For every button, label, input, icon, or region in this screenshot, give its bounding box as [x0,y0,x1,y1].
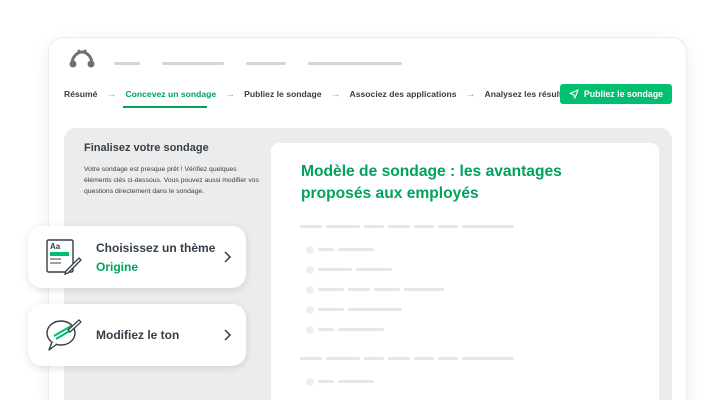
step-concevez[interactable]: Concevez un sondage [125,89,216,99]
sidebar-title: Finalisez votre sondage [84,142,209,154]
option-placeholder [338,248,374,251]
step-publiez[interactable]: Publiez le sondage [244,89,321,99]
theme-card-value: Origine [96,260,139,274]
option-placeholder [348,288,370,291]
nav-placeholder [162,62,224,65]
option-placeholder [374,288,400,291]
stage: Résumé → Concevez un sondage → Publiez l… [0,0,713,400]
tone-card[interactable]: Modifiez le ton [28,304,246,366]
chevron-right-icon [224,329,232,341]
nav-placeholder [114,62,140,65]
option-placeholder [318,268,352,271]
arrow-right-icon: → [465,88,476,100]
nav-placeholder [308,62,402,65]
step-resume[interactable]: Résumé [64,89,97,99]
question-placeholder [438,357,458,360]
theme-card-label: Choisissez un thème [96,241,216,255]
question-placeholder [364,357,384,360]
send-icon [569,89,579,99]
publish-button[interactable]: Publiez le sondage [560,84,672,104]
question-placeholder [326,357,360,360]
question-placeholder [300,225,322,228]
radio-option [306,326,314,334]
radio-option [306,266,314,274]
radio-option [306,306,314,314]
option-placeholder [348,308,402,311]
sidebar-description: Votre sondage est presque prêt ! Vérifie… [84,166,259,195]
active-step-indicator [123,106,207,108]
option-placeholder [338,380,374,383]
option-placeholder [318,288,344,291]
logo-icon [69,49,95,68]
progress-steps: Résumé → Concevez un sondage → Publiez l… [64,84,574,104]
question-placeholder [462,225,514,228]
question-placeholder [388,357,410,360]
svg-text:Aa: Aa [50,242,61,251]
radio-option [306,286,314,294]
question-placeholder [300,357,322,360]
radio-option [306,378,314,386]
theme-icon: Aa [46,239,82,276]
option-placeholder [338,328,384,331]
question-placeholder [414,357,434,360]
option-placeholder [318,248,334,251]
option-placeholder [318,328,334,331]
theme-card[interactable]: Aa Choisissez un thème Origine [28,226,246,288]
arrow-right-icon: → [225,88,236,100]
nav-placeholder [246,62,286,65]
publish-button-label: Publiez le sondage [583,89,664,99]
option-placeholder [318,308,344,311]
option-placeholder [404,288,444,291]
question-placeholder [438,225,458,228]
question-placeholder [414,225,434,228]
question-placeholder [388,225,410,228]
chevron-right-icon [224,251,232,263]
option-placeholder [318,380,334,383]
question-placeholder [326,225,360,228]
survey-title[interactable]: Modèle de sondage : les avantages propos… [301,161,601,205]
arrow-right-icon: → [330,88,341,100]
tone-icon [46,319,82,351]
arrow-right-icon: → [106,88,117,100]
step-associez[interactable]: Associez des applications [350,89,457,99]
tone-card-label: Modifiez le ton [96,328,180,342]
question-placeholder [462,357,514,360]
option-placeholder [356,268,392,271]
question-placeholder [364,225,384,228]
radio-option [306,246,314,254]
